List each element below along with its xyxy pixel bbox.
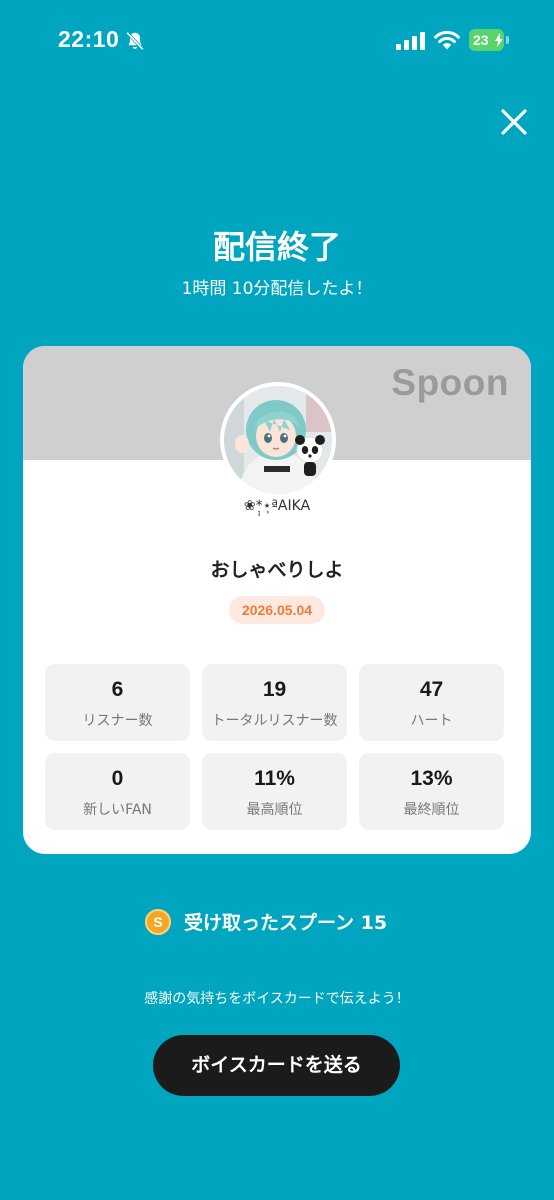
username: ❀*̣̩⋆̩ªAIKA (243, 498, 311, 514)
send-voice-card-button[interactable]: ボイスカードを送る (153, 1035, 400, 1096)
stat-label: 新しいFAN (83, 802, 152, 818)
stat-label: 最高順位 (246, 802, 303, 818)
thanks-message: 感謝の気持ちをボイスカードで伝えよう！ (144, 991, 410, 1007)
stat-value: 19 (262, 678, 287, 701)
stat-value: 47 (419, 678, 444, 701)
stat-listeners: 6 リスナー数 (45, 664, 190, 741)
stat-total-listeners: 19 トータルリスナー数 (202, 664, 347, 741)
broadcast-summary-card: Spoon ❀*̣̩⋆̩ªAIKA おしゃべりしよ 2026.05.04 6 リ… (23, 346, 531, 854)
stat-value: 0 (111, 767, 124, 790)
stat-label: ハート (410, 713, 453, 729)
broadcast-duration: 1時間 10分配信したよ！ (181, 279, 373, 299)
stat-label: トータルリスナー数 (211, 713, 338, 729)
stat-final-rank: 13% 最終順位 (359, 753, 504, 830)
wifi-icon (434, 30, 460, 50)
spoons-received-text: 受け取ったスプーン 15 (184, 912, 388, 934)
stat-value: 11% (254, 767, 295, 790)
stat-label: 最終順位 (403, 802, 460, 818)
avatar (220, 382, 336, 498)
coin-letter: S (153, 914, 163, 930)
stat-label: リスナー数 (82, 713, 153, 729)
stat-new-fans: 0 新しいFAN (45, 753, 190, 830)
bell-slash-icon (126, 31, 144, 51)
stat-highest-rank: 11% 最高順位 (202, 753, 347, 830)
battery-indicator: 23 (469, 29, 509, 51)
status-bar: 22:10 23 (0, 0, 554, 84)
stat-value: 6 (111, 678, 124, 701)
stat-hearts: 47 ハート (359, 664, 504, 741)
stat-value: 13% (410, 767, 453, 790)
close-icon[interactable] (494, 102, 534, 142)
avatar-illustration (224, 386, 332, 494)
page-title: 配信終了 (212, 228, 341, 266)
broadcast-title: おしゃべりしよ (210, 559, 344, 581)
date-badge: 2026.05.04 (229, 596, 325, 624)
brand-logo: Spoon (391, 362, 509, 403)
battery-cap (506, 36, 509, 44)
signal-icon (396, 32, 425, 50)
charging-bolt-icon (495, 33, 503, 47)
status-time: 22:10 (58, 26, 120, 52)
spoon-coin-icon: S (145, 909, 171, 935)
spoons-received: S 受け取ったスプーン 15 (0, 906, 554, 936)
